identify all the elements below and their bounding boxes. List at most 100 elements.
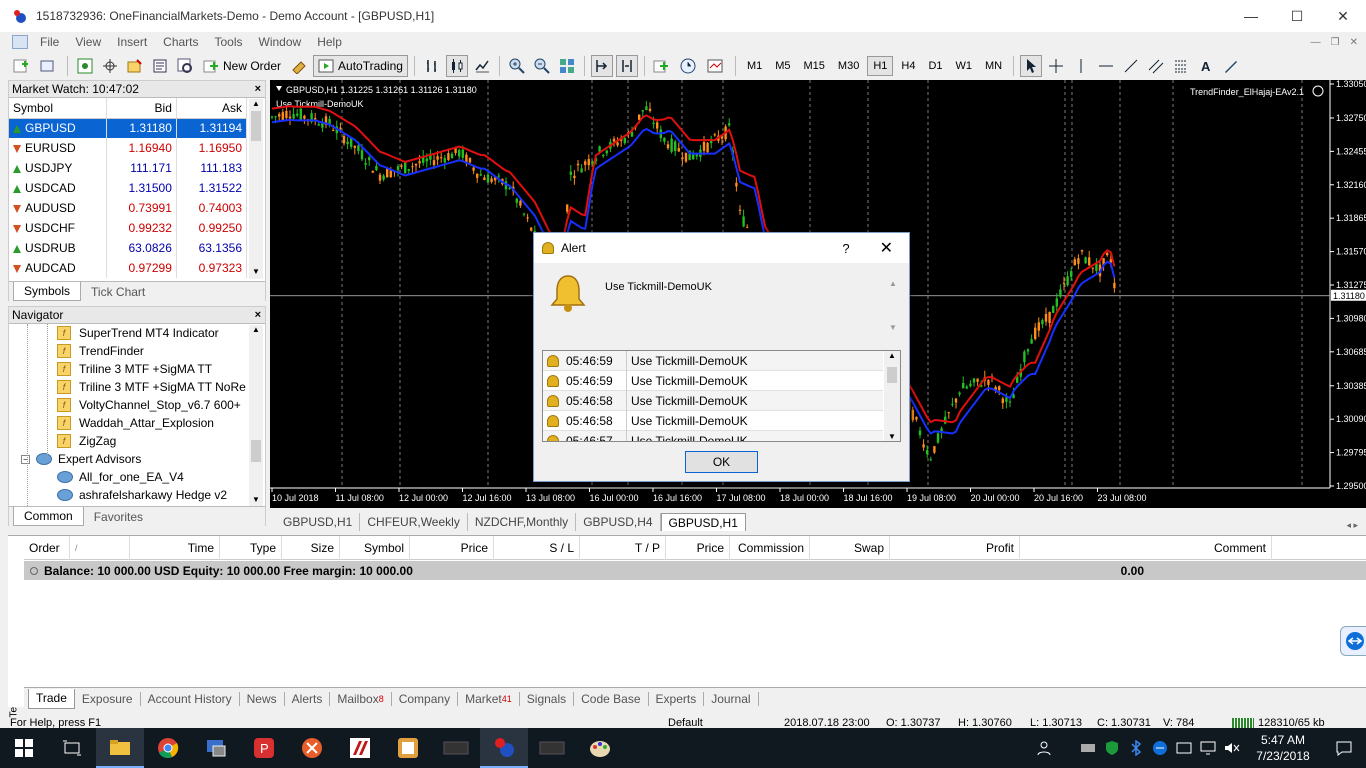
text-icon[interactable]: A	[1195, 55, 1217, 77]
fibonacci-icon[interactable]	[1170, 55, 1192, 77]
menu-charts[interactable]: Charts	[155, 35, 206, 49]
navigator-indicator-item[interactable]: f Triline 3 MTF +SigMA TT	[57, 360, 265, 378]
zoom-in-icon[interactable]	[506, 55, 528, 77]
vertical-line-icon[interactable]	[1070, 55, 1092, 77]
teamviewer-panel-icon[interactable]	[1340, 626, 1366, 656]
terminal-column-header[interactable]: S / L	[494, 535, 580, 560]
market-watch-row[interactable]: USDRUB 63.0826 63.1356	[9, 238, 248, 258]
terminal-column-header[interactable]: Order	[24, 535, 70, 560]
paint-icon[interactable]	[576, 728, 624, 768]
chart-tabs-scroll-icon[interactable]: ◂ ▸	[1346, 520, 1358, 531]
navigator-indicator-item[interactable]: f ZigZag	[57, 432, 265, 450]
tab-symbols[interactable]: Symbols	[13, 282, 82, 301]
navigator-indicator-item[interactable]: f VoltyChannel_Stop_v6.7 600+	[57, 396, 265, 414]
new-order-button[interactable]: New Order	[199, 55, 285, 77]
defender-shield-icon[interactable]	[1100, 740, 1124, 756]
crosshair-icon[interactable]	[1045, 55, 1067, 77]
terminal-column-header[interactable]: Commission	[730, 535, 810, 560]
tab-tick-chart[interactable]: Tick Chart	[81, 282, 155, 301]
messages-tray-icon[interactable]	[1172, 741, 1196, 755]
timeframe-d1[interactable]: D1	[923, 56, 947, 76]
alert-history-row[interactable]: 05:46:58 Use Tickmill-DemoUK	[543, 410, 883, 431]
chrome-icon[interactable]	[144, 728, 192, 768]
market-watch-icon[interactable]	[74, 55, 96, 77]
navigator-ea-item[interactable]: All_for_one_EA_V4	[57, 468, 265, 486]
navigator-ea-item[interactable]: ashrafelsharkawy Hedge v2	[57, 486, 265, 504]
mdi-minimize-button[interactable]: —	[1311, 37, 1321, 48]
minimize-button[interactable]: —	[1228, 0, 1274, 32]
file-explorer-icon[interactable]	[96, 728, 144, 768]
close-button[interactable]: ✕	[1320, 0, 1366, 32]
terminal-tab-alerts[interactable]: Alerts	[285, 691, 331, 706]
tab-favorites[interactable]: Favorites	[84, 507, 153, 526]
navigator-indicator-item[interactable]: f SuperTrend MT4 Indicator	[57, 324, 265, 342]
menu-insert[interactable]: Insert	[109, 35, 155, 49]
terminal-column-header[interactable]: Symbol	[340, 535, 410, 560]
alert-history-list[interactable]: 05:46:59 Use Tickmill-DemoUK 05:46:59 Use T…	[542, 350, 901, 442]
alert-history-row[interactable]: 05:46:58 Use Tickmill-DemoUK	[543, 390, 883, 411]
terminal-tab-signals[interactable]: Signals	[520, 691, 575, 706]
timeframe-h1[interactable]: H1	[867, 56, 894, 76]
app-window-icon[interactable]	[384, 728, 432, 768]
metatrader-active-icon[interactable]	[480, 728, 528, 768]
terminal-tab-mailbox[interactable]: Mailbox 8	[330, 691, 392, 706]
terminal-tab-experts[interactable]: Experts	[649, 691, 705, 706]
terminal-column-header[interactable]: Price	[666, 535, 730, 560]
terminal-column-header[interactable]: Profit	[890, 535, 1020, 560]
terminal-column-header[interactable]: Type	[220, 535, 282, 560]
column-bid[interactable]: Bid	[106, 98, 177, 119]
zoom-out-icon[interactable]	[531, 55, 553, 77]
display-tray-icon[interactable]	[1196, 741, 1220, 755]
timeframe-m30[interactable]: M30	[833, 56, 864, 76]
line-chart-icon[interactable]	[471, 55, 493, 77]
market-watch-close-button[interactable]: ×	[255, 83, 261, 95]
chart-shift-icon[interactable]	[615, 55, 638, 77]
horizontal-line-icon[interactable]	[1095, 55, 1117, 77]
timeframe-m15[interactable]: M15	[799, 56, 830, 76]
volume-muted-icon[interactable]	[1220, 741, 1244, 755]
timeframe-h4[interactable]: H4	[896, 56, 920, 76]
alert-history-row[interactable]: 05:46:59 Use Tickmill-DemoUK	[543, 370, 883, 391]
market-watch-row[interactable]: AUDUSD 0.73991 0.74003	[9, 198, 248, 218]
people-icon[interactable]	[1032, 740, 1056, 756]
auto-scroll-icon[interactable]	[590, 55, 613, 77]
ok-button[interactable]: OK	[685, 451, 758, 473]
navigator-close-button[interactable]: ×	[255, 309, 261, 321]
balance-row[interactable]: Balance: 10 000.00 USD Equity: 10 000.00…	[24, 561, 1366, 580]
bar-chart-icon[interactable]	[421, 55, 443, 77]
cursor-icon[interactable]	[1020, 55, 1043, 77]
mt4-instance-icon[interactable]	[432, 728, 480, 768]
market-watch-scrollbar[interactable]: ▲ ▼	[249, 99, 263, 279]
chart-tab-gbpusd-h1-active[interactable]: GBPUSD,H1	[660, 513, 746, 531]
maximize-button[interactable]: ☐	[1274, 0, 1320, 32]
candlestick-icon[interactable]	[445, 55, 468, 77]
timeframe-m1[interactable]: M1	[742, 56, 767, 76]
alert-history-row[interactable]: 05:46:59 Use Tickmill-DemoUK	[543, 351, 883, 371]
task-view-icon[interactable]	[48, 728, 96, 768]
periods-icon[interactable]	[678, 55, 702, 77]
network-drive-icon[interactable]	[1076, 741, 1100, 755]
teamviewer-tray-icon[interactable]	[1148, 740, 1172, 756]
terminal-column-header[interactable]: Comment	[1020, 535, 1272, 560]
market-watch-row[interactable]: AUDCAD 0.97299 0.97323	[9, 258, 248, 278]
terminal-column-header[interactable]: Price	[410, 535, 494, 560]
terminal-column-header[interactable]: T / P	[580, 535, 666, 560]
profiles-icon[interactable]	[37, 55, 61, 77]
clock[interactable]: 5:47 AM 7/23/2018	[1244, 732, 1322, 764]
terminal-tab-exposure[interactable]: Exposure	[75, 691, 141, 706]
terminal-column-header[interactable]: Size	[282, 535, 340, 560]
wps-presentation-icon[interactable]: P	[240, 728, 288, 768]
navigator-indicator-item[interactable]: f Waddah_Attar_Explosion	[57, 414, 265, 432]
terminal-tab-account-history[interactable]: Account History	[141, 691, 240, 706]
alert-list-scrollbar[interactable]: ▲ ▼	[884, 351, 900, 441]
new-chart-icon[interactable]	[10, 55, 34, 77]
mdi-restore-button[interactable]: ❐	[1331, 37, 1340, 48]
terminal-tab-journal[interactable]: Journal	[704, 691, 759, 706]
tile-windows-icon[interactable]	[556, 55, 578, 77]
timeframe-w1[interactable]: W1	[951, 56, 978, 76]
timeframe-m5[interactable]: M5	[770, 56, 795, 76]
metaeditor-icon[interactable]	[288, 55, 310, 77]
column-symbol[interactable]: Symbol	[9, 98, 107, 119]
terminal-column-header[interactable]: Time	[130, 535, 220, 560]
menu-view[interactable]: View	[67, 35, 109, 49]
